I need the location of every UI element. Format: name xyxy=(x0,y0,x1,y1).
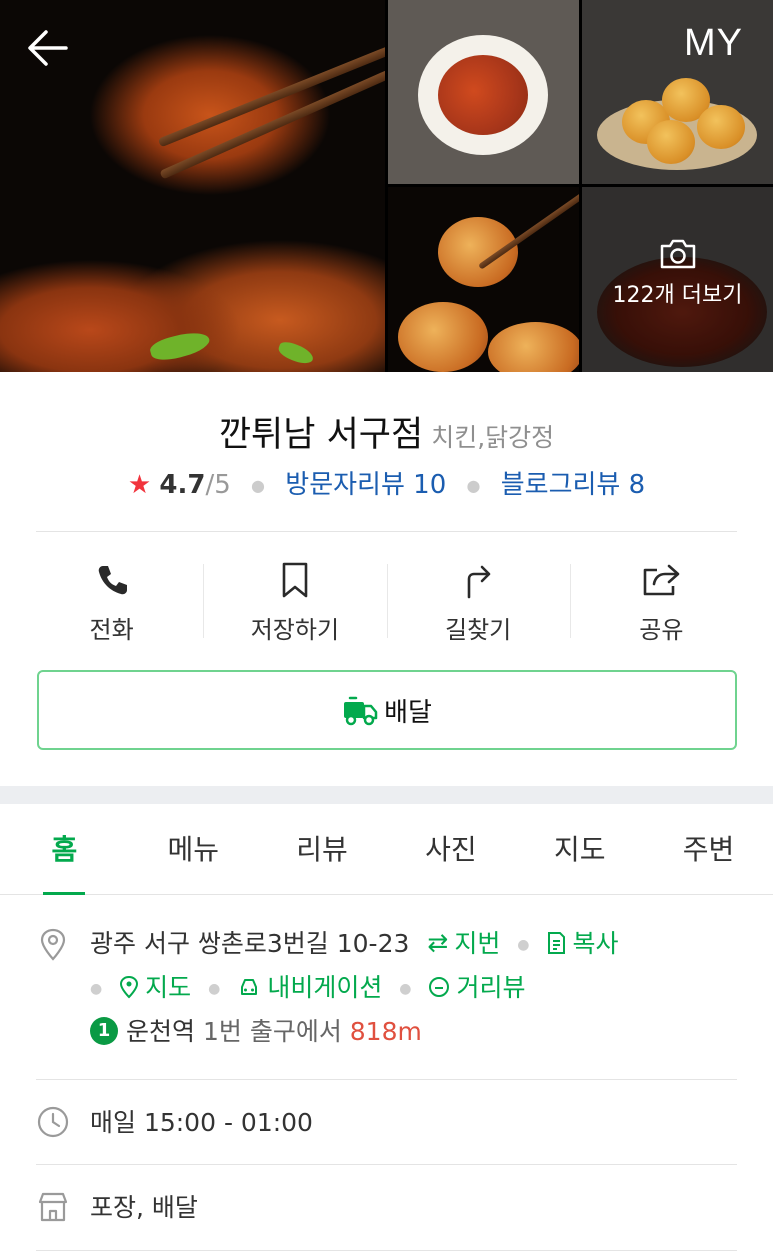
clock-icon xyxy=(37,1106,69,1138)
hours-row[interactable]: 매일 15:00 - 01:00 xyxy=(36,1101,737,1145)
services-text: 포장, 배달 xyxy=(90,1193,198,1222)
blog-reviews-link[interactable]: 블로그리뷰 8 xyxy=(501,470,645,500)
directions-button[interactable]: 길찾기 xyxy=(386,560,570,644)
divider xyxy=(36,531,737,532)
address-body: 광주 서구 쌍촌로3번길 10-23 ⇄ 지번 ● 복사 ● 지도 ● 내비게이… xyxy=(90,922,737,1054)
map-pin-icon xyxy=(120,975,139,999)
chopsticks xyxy=(159,65,385,180)
streetview-icon xyxy=(429,977,450,997)
call-label: 전화 xyxy=(89,616,134,644)
swap-icon: ⇄ xyxy=(427,928,449,957)
separator-dot: ● xyxy=(399,981,412,997)
navigation-label: 내비게이션 xyxy=(267,973,383,1002)
divider xyxy=(36,1250,737,1251)
hours-text: 매일 15:00 - 01:00 xyxy=(90,1108,313,1137)
save-label: 저장하기 xyxy=(250,616,340,644)
separator-dot: ● xyxy=(466,476,481,495)
camera-icon xyxy=(660,239,695,269)
separator-dot: ● xyxy=(208,981,221,997)
station-name: 운천역 xyxy=(126,1017,196,1046)
rating-row: ★ 4.7/5 ● 방문자리뷰 10 ● 블로그리뷰 8 xyxy=(0,464,773,501)
photo-gallery[interactable]: MY 122개 더보기 xyxy=(0,0,773,372)
rating-value: 4.7 xyxy=(159,470,206,500)
more-photos-button[interactable]: 122개 더보기 xyxy=(582,237,773,309)
photo-thumbnail[interactable] xyxy=(388,0,579,184)
tab-map[interactable]: 지도 xyxy=(515,804,644,894)
store-icon xyxy=(38,1192,68,1222)
jibun-button[interactable]: ⇄ 지번 xyxy=(427,928,508,958)
photo-thumbnail[interactable] xyxy=(582,0,773,184)
delivery-button[interactable]: 배달 xyxy=(37,670,737,750)
food xyxy=(438,55,528,135)
call-button[interactable]: 전화 xyxy=(20,560,203,644)
distance-text: 818m xyxy=(349,1017,422,1046)
tab-reviews[interactable]: 리뷰 xyxy=(258,804,387,894)
rating-max: /5 xyxy=(205,470,231,500)
separator-dot: ● xyxy=(517,937,530,953)
tab-nearby[interactable]: 주변 xyxy=(644,804,773,894)
section-gap xyxy=(0,786,773,804)
directions-label: 길찾기 xyxy=(445,616,512,644)
delivery-truck-icon xyxy=(344,696,378,726)
map-button[interactable]: 지도 xyxy=(119,973,199,1002)
divider xyxy=(36,1079,737,1080)
tab-bar: 홈 메뉴 리뷰 사진 지도 주변 xyxy=(0,804,773,895)
phone-icon xyxy=(98,566,127,595)
location-pin-icon xyxy=(40,928,66,961)
pepper-garnish xyxy=(148,327,212,365)
services-row: 포장, 배달 xyxy=(36,1186,737,1230)
address-text: 광주 서구 쌍촌로3번길 10-23 xyxy=(90,929,410,958)
subway-line-badge: 1 xyxy=(90,1017,118,1045)
map-label: 지도 xyxy=(145,973,192,1002)
photo-thumbnail[interactable] xyxy=(388,187,579,372)
share-icon xyxy=(644,564,680,596)
my-button[interactable]: MY xyxy=(684,22,743,65)
tab-home[interactable]: 홈 xyxy=(0,804,129,895)
bookmark-icon xyxy=(282,562,308,598)
place-name: 깐튀남 서구점 xyxy=(218,415,424,455)
tab-menu[interactable]: 메뉴 xyxy=(129,804,258,894)
exit-text: 1번 출구에서 xyxy=(202,1017,342,1046)
streetview-label: 거리뷰 xyxy=(456,973,526,1002)
separator-dot: ● xyxy=(251,476,266,495)
visitor-reviews-link[interactable]: 방문자리뷰 10 xyxy=(285,470,446,500)
streetview-button[interactable]: 거리뷰 xyxy=(428,973,525,1002)
divider xyxy=(36,1164,737,1165)
food xyxy=(398,302,488,372)
jibun-label: 지번 xyxy=(454,929,501,958)
star-icon: ★ xyxy=(127,470,152,500)
back-button[interactable] xyxy=(22,22,74,74)
title-row: 깐튀남 서구점 치킨,닭강정 xyxy=(0,406,773,457)
save-button[interactable]: 저장하기 xyxy=(203,560,386,644)
food xyxy=(697,105,745,149)
navigation-button[interactable]: 내비게이션 xyxy=(237,973,390,1002)
copy-label: 복사 xyxy=(572,929,619,958)
place-category: 치킨,닭강정 xyxy=(431,423,555,452)
copy-button[interactable]: 복사 xyxy=(546,929,618,958)
action-bar: 전화 저장하기 길찾기 공유 xyxy=(20,560,753,644)
delivery-label: 배달 xyxy=(384,697,432,728)
share-button[interactable]: 공유 xyxy=(569,560,753,644)
more-photos-label: 122개 더보기 xyxy=(612,283,743,308)
car-icon xyxy=(241,979,258,995)
address-row: 광주 서구 쌍촌로3번길 10-23 ⇄ 지번 ● 복사 ● 지도 ● 내비게이… xyxy=(36,922,737,1072)
directions-icon xyxy=(467,565,491,599)
food xyxy=(647,120,695,164)
copy-icon xyxy=(548,932,566,954)
place-summary: 깐튀남 서구점 치킨,닭강정 ★ 4.7/5 ● 방문자리뷰 10 ● 블로그리뷰… xyxy=(0,372,773,786)
separator-dot: ● xyxy=(90,981,103,997)
pepper-garnish xyxy=(276,339,316,367)
tab-photos[interactable]: 사진 xyxy=(386,804,515,894)
share-label: 공유 xyxy=(639,616,684,644)
food xyxy=(488,322,579,372)
arrow-left-icon xyxy=(28,30,68,66)
